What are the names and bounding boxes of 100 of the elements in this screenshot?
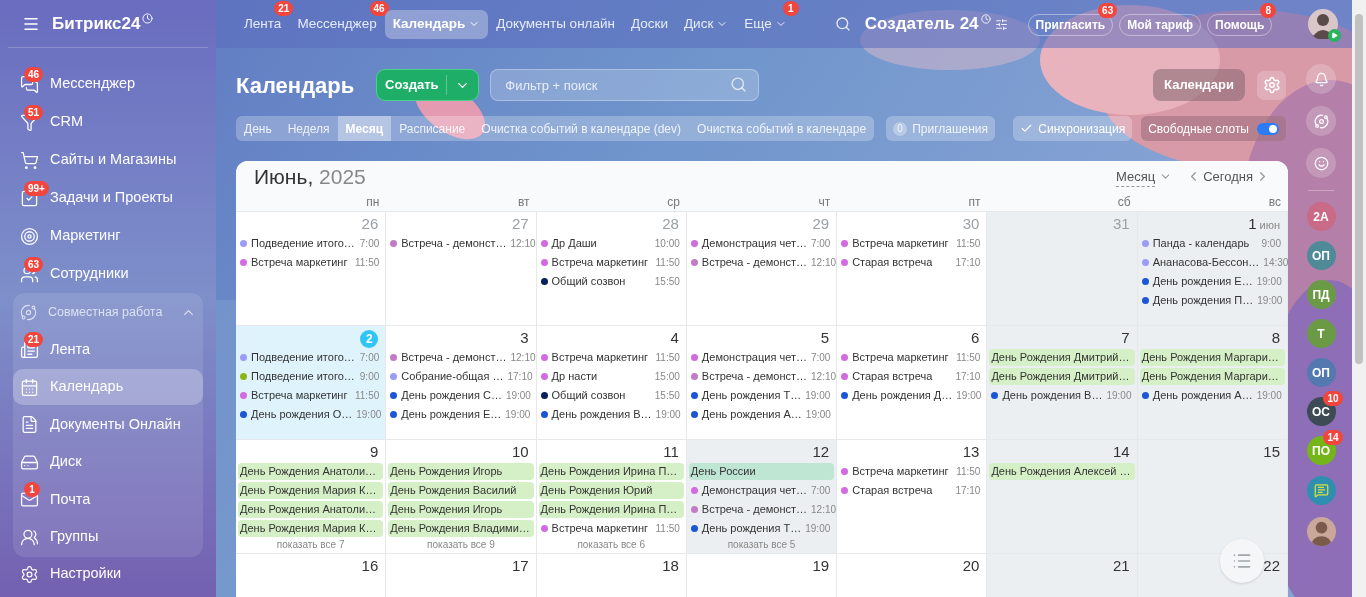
day-cell[interactable]: 6 Встреча маркетинг 11:50 Старая встреча 17:10 День рождения Д… 19:00 [837,325,988,440]
settings-item[interactable]: Настройки [0,557,216,591]
day-cell[interactable]: 10 День Рождения Игорь День Рождения Василий День Рождения Игорь День Рождения Владими… показать все 9 [386,439,537,554]
search-icon[interactable] [834,16,851,32]
day-cell[interactable]: 29 Демонстрация чет… 7:00 Встреча - демонст… 12:10 [686,211,838,326]
calendar-event[interactable]: Собрание-общая … 17:10 [388,366,534,386]
sidebar-item[interactable]: 99+ Задачи и Проекты [13,180,203,216]
day-cell[interactable]: 2 Подведение итого… 7:00 Подведение итого… 9:00 Встреча маркетинг 11:50 День рождения О… 19:00 [236,325,387,440]
day-cell[interactable]: 1 июн Панда - календарь 9:00 Ананасова-Бессон… 14:30 День рождения Е… 19:00 День рождения П… 19:00 [1137,211,1288,326]
show-all-link[interactable]: показать все 6 [577,538,645,551]
day-cell[interactable]: 13 Встреча маркетинг 11:50 Старая встреча 17:10 [837,439,988,554]
day-cell[interactable]: 30 Встреча маркетинг 11:50 Старая встреча 17:10 [837,211,988,326]
calendar-event[interactable]: Встреча - демонст… 12:10 [388,347,534,367]
day-cell[interactable]: 3 Встреча - демонст… 12:10 Собрание-общая … 17:10 День рождения С… 19:00 День рождения Е… 19:00 [386,325,537,440]
settings-button[interactable] [1257,70,1286,100]
calendar-event[interactable]: День рождения О… 19:00 [238,404,384,424]
calendar-event[interactable]: Старая встреча 17:10 [839,252,985,272]
day-cell[interactable]: 5 Демонстрация чет… 7:00 Встреча - демонст… 12:10 День рождения Т… 19:00 День рождения А… 19:00 [686,325,838,440]
all-day-event[interactable]: День Рождения Дмитрий… [989,348,1135,366]
calendar-event[interactable]: Встреча маркетинг 11:50 [538,252,684,272]
all-day-event[interactable]: День Рождения Анатоли… [238,462,384,480]
calendar-event[interactable]: Демонстрация чет… 7:00 [688,233,835,253]
calendar-event[interactable]: Встреча маркетинг 11:50 [839,347,985,367]
calendar-event[interactable]: Старая встреча 17:10 [839,366,985,386]
calendar-event[interactable]: Старая встреча 17:10 [839,480,985,500]
calendar-event[interactable]: День рождения А… 19:00 [688,404,835,424]
calendar-event[interactable]: Встреча маркетинг 11:50 [538,347,684,367]
day-cell[interactable]: 8 День Рождения Маргари… День Рождения Маргари… День рождения А… 19:00 [1137,325,1288,440]
day-cell[interactable]: 28 Др Даши 10:00 Встреча маркетинг 11:50 Общий созвон 15:50 [536,211,687,326]
calendar-event[interactable]: Встреча - демонст… 12:10 [688,499,835,519]
show-all-link[interactable]: показать все 7 [276,538,345,551]
today-button[interactable]: Сегодня [1203,167,1253,187]
all-day-event[interactable]: День Рождения Маргари… [1139,367,1285,385]
all-day-event[interactable]: День Рождения Анатоли… [238,500,384,518]
sliders-icon[interactable] [994,17,1008,31]
day-cell[interactable]: 4 Встреча маркетинг 11:50 Др насти 15:00 Общий созвон 15:50 День рождения В… 19:00 [536,325,687,440]
day-cell[interactable]: 14 День Рождения Алексей … [987,439,1138,554]
all-day-event[interactable]: День Рождения Маргари… [1139,348,1285,366]
calendar-event[interactable]: Встреча маркетинг 11:50 [839,461,985,481]
calendar-event[interactable]: Встреча маркетинг 11:50 [538,518,684,538]
all-day-event[interactable]: День Рождения Владими… [388,519,534,537]
chat-smile-icon[interactable] [1306,148,1336,178]
calendar-event[interactable]: День рождения Т… 19:00 [688,518,835,538]
calendar-event[interactable]: День рождения Е… 19:00 [388,404,534,424]
calendar-event[interactable]: Подведение итого… 9:00 [238,366,384,386]
sidebar-item[interactable]: Сайты и Магазины [13,142,203,178]
calendar-event[interactable]: Демонстрация чет… 7:00 [688,480,835,500]
calendar-event[interactable]: День рождения Е… 19:00 [1139,271,1285,291]
scrollbar[interactable] [1352,0,1366,597]
calendar-event[interactable]: Встреча маркетинг 11:50 [839,233,985,253]
all-day-event[interactable]: День Рождения Мария К… [238,481,384,499]
all-day-event[interactable]: День Рождения Василий [388,481,534,499]
calendar-event[interactable]: Подведение итого… 7:00 [238,347,384,367]
all-day-event[interactable]: День России [688,462,835,480]
all-day-event[interactable]: День Рождения Алексей … [989,462,1135,480]
day-cell[interactable]: 26 Подведение итого… 7:00 Встреча маркетинг 11:50 [236,211,387,326]
all-day-event[interactable]: День Рождения Ирина П… [538,462,684,480]
day-cell[interactable]: 27 Встреча - демонст… 12:10 [386,211,537,326]
calendar-event[interactable]: Подведение итого… 7:00 [238,233,384,253]
spiral-icon[interactable] [1306,106,1336,136]
calendar-event[interactable]: Др насти 15:00 [538,366,684,386]
calendar-event[interactable]: Общий созвон 15:50 [538,271,684,291]
calendar-event[interactable]: Др Даши 10:00 [538,233,684,253]
calendar-event[interactable]: Общий созвон 15:50 [538,385,684,405]
sidebar-item[interactable]: 46 Мессенджер [13,66,203,102]
calendar-event[interactable]: Встреча маркетинг 11:50 [238,385,384,405]
calendar-event[interactable]: День рождения Т… 19:00 [688,385,835,405]
bell-icon[interactable] [1306,64,1336,94]
calendar-event[interactable]: День рождения С… 19:00 [388,385,534,405]
day-cell[interactable]: 9 День Рождения Анатоли… День Рождения Мария К… День Рождения Анатоли… День Рождения Мария К… показать все 7 [236,439,387,554]
show-all-link[interactable]: показать все 9 [427,538,495,551]
calendar-event[interactable]: День рождения В… 19:00 [538,404,684,424]
calendar-event[interactable]: Демонстрация чет… 7:00 [688,347,835,367]
calendar-event[interactable]: День рождения А… 19:00 [1139,385,1285,405]
view-dropdown[interactable]: Месяц [1115,166,1173,187]
day-cell[interactable]: 11 День Рождения Ирина П… День Рождения Юрий День Рождения Ирина П… Встреча маркетинг 11:50 показать все 6 [536,439,687,554]
all-day-event[interactable]: День Рождения Игорь [388,500,534,518]
all-day-event[interactable]: День Рождения Игорь [388,462,534,480]
app-logo[interactable]: Битрикс24 [52,10,141,37]
calendar-event[interactable]: Встреча - демонст… 12:10 [388,233,534,253]
all-day-event[interactable]: День Рождения Ирина П… [538,500,684,518]
calendar-event[interactable]: День рождения П… 19:00 [1139,290,1285,310]
calendar-event[interactable]: День рождения В… 19:00 [989,385,1135,405]
day-cell[interactable]: 12 День России Демонстрация чет… 7:00 Встреча - демонст… 12:10 День рождения Т… 19:00 показать все 5 [686,439,838,554]
calendar-event[interactable]: Встреча - демонст… 12:10 [688,366,835,386]
day-cell[interactable]: 7 День Рождения Дмитрий… День Рождения Дмитрий… День рождения В… 19:00 [987,325,1138,440]
day-cell[interactable]: 15 [1137,439,1288,554]
all-day-event[interactable]: День Рождения Мария К… [238,519,384,537]
calendar-event[interactable]: День рождения Д… 19:00 [839,385,985,405]
sidebar-item[interactable]: 21 Лента [13,331,203,368]
calendar-event[interactable]: Панда - календарь 9:00 [1139,233,1285,253]
day-cell[interactable]: 21 [987,553,1138,597]
calendar-event[interactable]: Встреча маркетинг 11:50 [238,252,384,272]
calendar-event[interactable]: Встреча - демонст… 12:10 [688,252,835,272]
all-day-event[interactable]: День Рождения Дмитрий… [989,367,1135,385]
sidebar-item[interactable]: Группы [13,519,203,556]
sidebar-item[interactable]: 1 Почта [13,481,203,518]
sidebar-item[interactable]: 63 Сотрудники [13,256,203,292]
user-avatar[interactable] [1308,9,1338,39]
all-day-event[interactable]: День Рождения Юрий [538,481,684,499]
